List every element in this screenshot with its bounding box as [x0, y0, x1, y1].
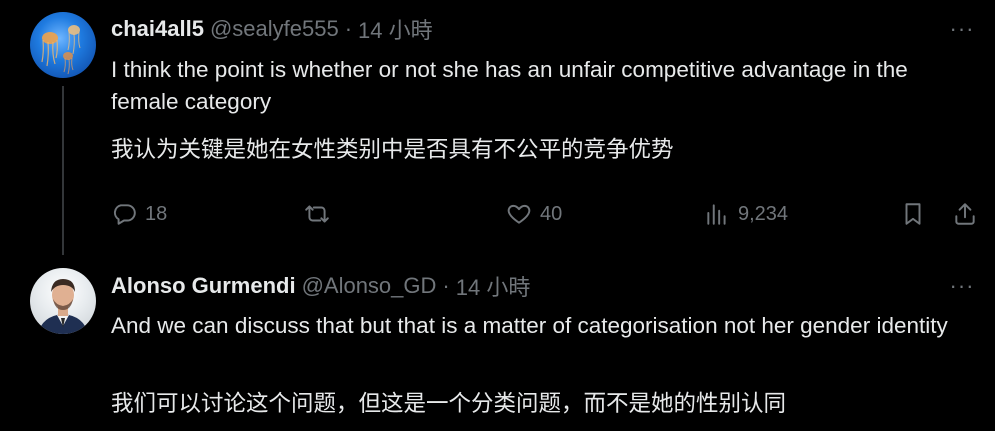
tweet-chai4all5[interactable]: chai4all5 @sealyfe555 · 14 小時 ··· I thin…: [0, 0, 995, 255]
avatar-chai4all5[interactable]: [30, 12, 96, 78]
more-icon[interactable]: ···: [947, 271, 977, 301]
views-button[interactable]: 9,234: [704, 198, 788, 230]
like-count: 40: [540, 202, 563, 225]
repost-button[interactable]: [304, 198, 338, 230]
share-icon: [955, 203, 975, 225]
separator-dot: ·: [442, 273, 450, 298]
timestamp[interactable]: 14 小時: [456, 270, 531, 302]
thread-line: [62, 86, 64, 255]
tweet-text-english: I think the point is whether or not she …: [111, 57, 908, 114]
tweet-text-english: And we can discuss that but that is a ma…: [111, 313, 948, 338]
timestamp[interactable]: 14 小時: [358, 13, 433, 45]
bookmark-button[interactable]: [900, 198, 926, 230]
user-display-name[interactable]: Alonso Gurmendi: [111, 273, 296, 299]
tweet-header: Alonso Gurmendi @Alonso_GD · 14 小時: [111, 271, 530, 301]
user-handle[interactable]: @Alonso_GD: [302, 273, 437, 299]
tweet-actions-bar: 18 40 9,234: [111, 198, 985, 230]
repost-icon: [305, 205, 329, 223]
reply-button[interactable]: 18: [111, 198, 167, 230]
bookmark-icon: [905, 203, 921, 225]
person-avatar-image: [38, 279, 88, 334]
avatar-alonso-gurmendi[interactable]: [30, 268, 96, 334]
more-icon[interactable]: ···: [947, 14, 977, 44]
separator-dot: ·: [344, 16, 353, 41]
share-button[interactable]: [952, 198, 978, 230]
views-icon: [707, 204, 726, 225]
reply-count: 18: [145, 202, 168, 225]
tweet-alonso-gurmendi[interactable]: Alonso Gurmendi @Alonso_GD · 14 小時 ··· A…: [0, 255, 995, 431]
user-handle[interactable]: @sealyfe555: [210, 16, 339, 42]
reply-icon: [114, 204, 136, 225]
jellyfish-avatar-image: [41, 25, 81, 75]
heart-icon: [507, 204, 531, 224]
tweet-text-translation: 我认为关键是她在女性类别中是否具有不公平的竞争优势: [111, 137, 674, 162]
user-display-name[interactable]: chai4all5: [111, 16, 204, 42]
views-count: 9,234: [738, 202, 789, 225]
tweet-text-translation: 我们可以讨论这个问题，但这是一个分类问题，而不是她的性别认同: [111, 391, 787, 416]
tweet-header: chai4all5 @sealyfe555 · 14 小時: [111, 14, 433, 44]
like-button[interactable]: 40: [506, 198, 562, 230]
